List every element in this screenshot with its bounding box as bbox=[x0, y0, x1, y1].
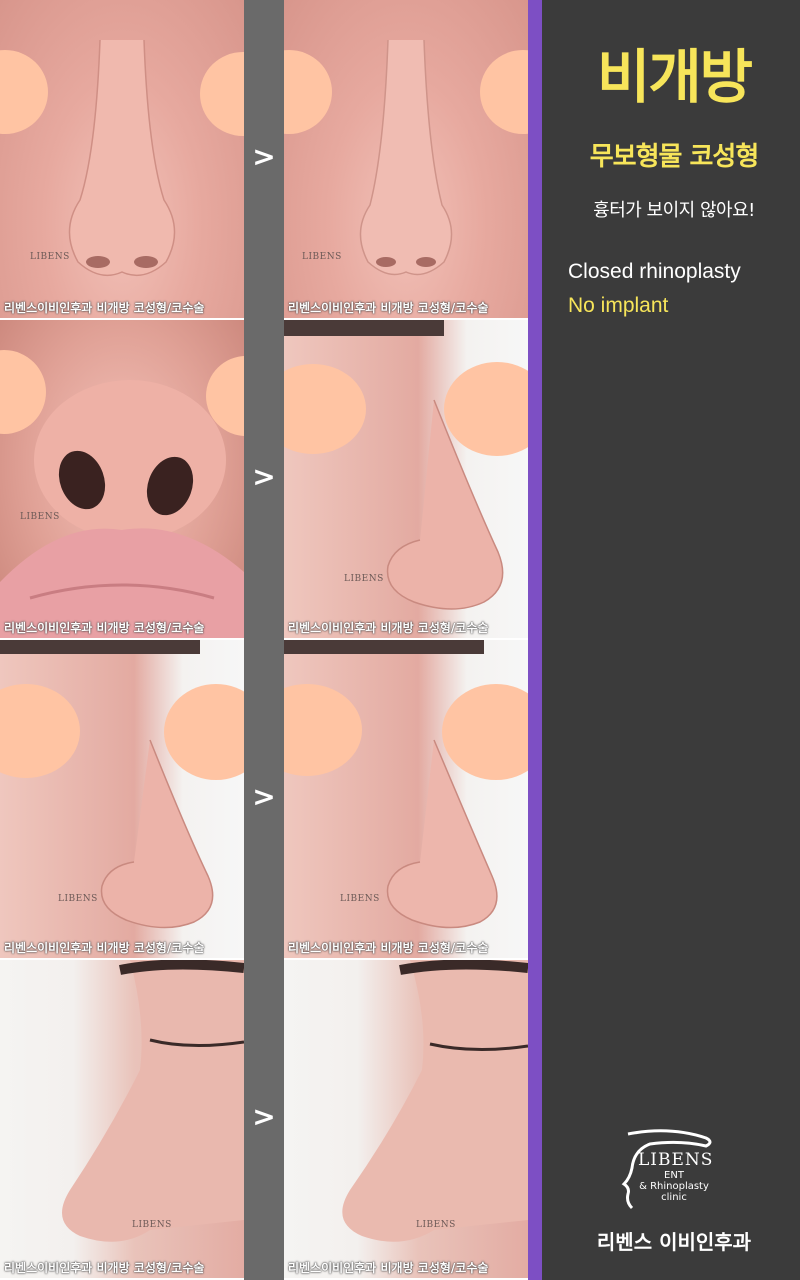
eye-blur-right bbox=[480, 50, 528, 134]
watermark-caption: 리벤스이비인후과 비개방 코성형/코수술 bbox=[288, 1261, 489, 1275]
eye-blur bbox=[150, 990, 244, 1076]
before-photo-base: LIBENS 리벤스이비인후과 비개방 코성형/코수술 bbox=[0, 320, 244, 640]
arrow-row-1: > bbox=[252, 140, 276, 173]
after-photo-three-quarter: LIBENS 리벤스이비인후과 비개방 코성형/코수술 bbox=[284, 320, 528, 640]
watermark-logo: LIBENS bbox=[58, 894, 98, 904]
eye-blur-right bbox=[200, 52, 244, 136]
before-photo-three-quarter: LIBENS 리벤스이비인후과 비개방 코성형/코수술 bbox=[0, 640, 244, 960]
nose-illustration bbox=[359, 39, 453, 276]
eye-blur-left bbox=[284, 684, 362, 776]
after-photo-front: LIBENS 리벤스이비인후과 비개방 코성형/코수술 bbox=[284, 0, 528, 320]
center-divider bbox=[244, 0, 284, 1280]
eye-blur-left bbox=[0, 50, 48, 134]
clinic-name: 리벤스 이비인후과 bbox=[596, 1230, 752, 1254]
eye-blur-right bbox=[206, 356, 244, 436]
watermark-logo: LIBENS bbox=[20, 512, 60, 522]
watermark-caption: 리벤스이비인후과 비개방 코성형/코수술 bbox=[288, 621, 489, 635]
eye-blur-left bbox=[284, 364, 366, 454]
nose-illustration bbox=[68, 39, 176, 277]
panel-tagline: 흉터가 보이지 않아요! bbox=[593, 200, 755, 221]
arrow-row-4: > bbox=[252, 1100, 276, 1133]
watermark-logo: LIBENS bbox=[340, 894, 380, 904]
logo-line-3: clinic bbox=[661, 1192, 687, 1203]
english-line-1: Closed rhinoplasty bbox=[568, 260, 741, 283]
watermark-caption: 리벤스이비인후과 비개방 코성형/코수술 bbox=[288, 941, 489, 955]
logo-line-1: ENT bbox=[664, 1170, 684, 1181]
accent-bar bbox=[528, 0, 542, 1280]
before-photo-front: LIBENS 리벤스이비인후과 비개방 코성형/코수술 bbox=[0, 0, 244, 320]
eye-blur bbox=[432, 996, 528, 1082]
watermark-caption: 리벤스이비인후과 비개방 코성형/코수술 bbox=[4, 941, 205, 955]
eye-blur-right bbox=[164, 684, 244, 780]
logo-subtitle: ENT & Rhinoplasty clinic bbox=[634, 1170, 714, 1203]
before-photo-profile: LIBENS 리벤스이비인후과 비개방 코성형/코수술 bbox=[0, 960, 244, 1280]
arrow-row-3: > bbox=[252, 780, 276, 813]
eye-blur-left bbox=[284, 50, 332, 134]
watermark-logo: LIBENS bbox=[132, 1220, 172, 1230]
after-photo-three-quarter-2: LIBENS 리벤스이비인후과 비개방 코성형/코수술 bbox=[284, 640, 528, 960]
arrow-row-2: > bbox=[252, 460, 276, 493]
watermark-logo: LIBENS bbox=[344, 574, 384, 584]
eye-blur-right bbox=[444, 362, 528, 456]
watermark-caption: 리벤스이비인후과 비개방 코성형/코수술 bbox=[4, 301, 205, 315]
eye-blur-right bbox=[442, 684, 528, 780]
clinic-logo: LIBENS ENT & Rhinoplasty clinic bbox=[610, 1128, 730, 1218]
eye-blur-left bbox=[0, 350, 46, 434]
watermark-caption: 리벤스이비인후과 비개방 코성형/코수술 bbox=[4, 621, 205, 635]
watermark-logo: LIBENS bbox=[416, 1220, 456, 1230]
logo-line-2: & Rhinoplasty bbox=[639, 1181, 709, 1192]
logo-brand: LIBENS bbox=[638, 1150, 714, 1170]
panel-subtitle: 무보형물 코성형 bbox=[589, 142, 760, 172]
after-photo-profile: LIBENS 리벤스이비인후과 비개방 코성형/코수술 bbox=[284, 960, 528, 1280]
watermark-caption: 리벤스이비인후과 비개방 코성형/코수술 bbox=[4, 1261, 205, 1275]
watermark-caption: 리벤스이비인후과 비개방 코성형/코수술 bbox=[288, 301, 489, 315]
eye-blur-left bbox=[0, 684, 80, 778]
watermark-logo: LIBENS bbox=[302, 252, 342, 262]
panel-title: 비개방 bbox=[596, 43, 753, 111]
watermark-logo: LIBENS bbox=[30, 252, 70, 262]
english-line-2: No implant bbox=[568, 294, 669, 317]
info-panel bbox=[542, 0, 800, 1280]
